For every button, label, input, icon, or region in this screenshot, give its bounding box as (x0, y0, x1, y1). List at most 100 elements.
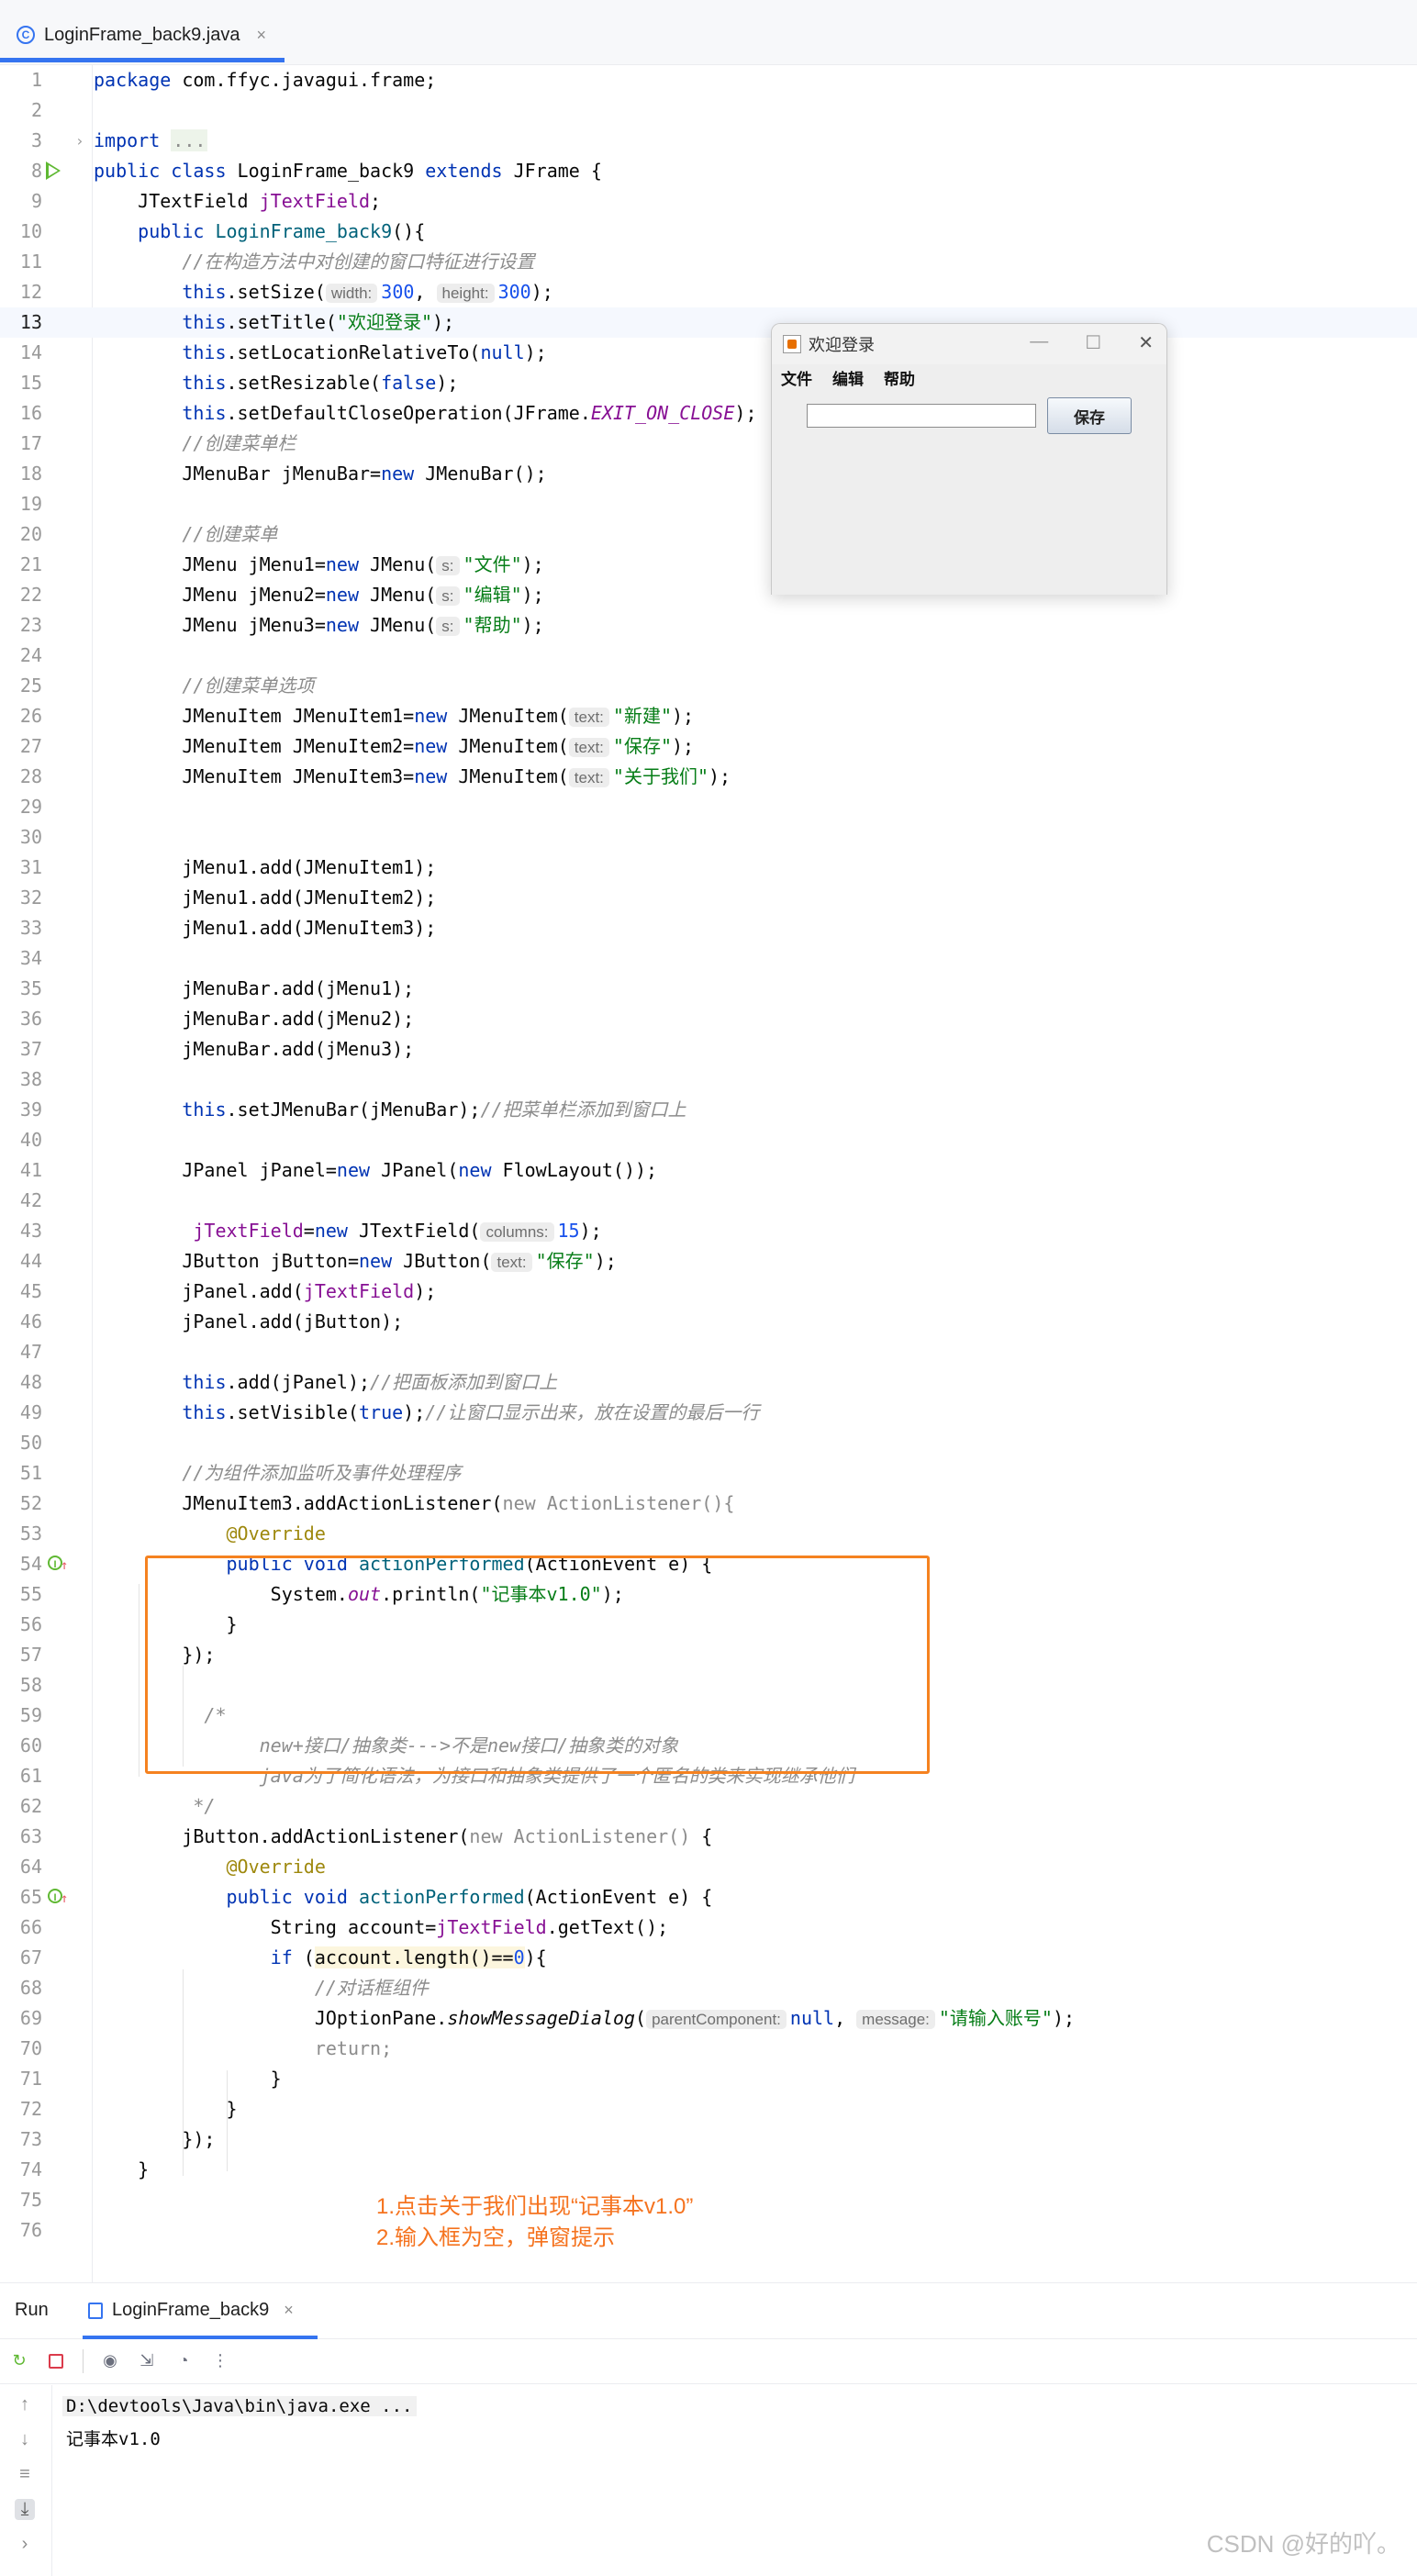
menu-help[interactable]: 帮助 (884, 366, 915, 389)
code-line: 64 @Override (19, 1856, 326, 1878)
code-line: 50 (19, 1432, 42, 1454)
menu-edit[interactable]: 编辑 (832, 366, 864, 389)
save-button[interactable]: 保存 (1047, 397, 1132, 434)
code-line: 22 JMenu jMenu2=new JMenu(s: "编辑"); (19, 584, 544, 606)
soft-wrap-icon[interactable]: ≡ (15, 2464, 35, 2485)
code-line: 12 this.setSize(width: 300, height: 300); (19, 281, 553, 303)
camera-icon[interactable]: ◉ (100, 2351, 120, 2371)
code-line: 2 (30, 99, 42, 121)
code-line: 44 JButton jButton=new JButton(text: "保存"… (19, 1250, 617, 1272)
swing-menubar: 文件 编辑 帮助 (772, 364, 1166, 390)
run-config-icon (88, 2302, 103, 2319)
code-line: 42 (19, 1189, 42, 1211)
restore-layout-icon[interactable]: ⇲ (137, 2351, 157, 2371)
code-line: 63 jButton.addActionListener(new ActionL… (19, 1825, 713, 1847)
code-line: 9 JTextField jTextField; (30, 190, 382, 212)
java-app-icon (783, 335, 801, 353)
code-line: 51 //为组件添加监听及事件处理程序 (19, 1462, 462, 1484)
code-line: 66 String account=jTextField.getText(); (19, 1916, 669, 1938)
code-line: 10 public LoginFrame_back9(){ (19, 220, 426, 242)
code-line: 38 (19, 1068, 42, 1090)
code-line: 71 } (19, 2068, 282, 2090)
rerun-icon[interactable]: ↻ (9, 2351, 29, 2371)
code-line-current: 13 this.setTitle("欢迎登录"); (0, 307, 1417, 338)
code-line: 27 JMenuItem JMenuItem2=new JMenuItem(te… (19, 735, 695, 757)
annotation-highlight-box (145, 1556, 930, 1774)
swing-window-preview: 欢迎登录 — ☐ ✕ 文件 编辑 帮助 保存 (771, 323, 1167, 595)
console-command-line: D:\devtools\Java\bin\java.exe ... (62, 2396, 417, 2416)
scroll-up-icon[interactable]: ↑ (15, 2394, 35, 2415)
code-line: 43 jTextField=new JTextField(columns: 15)… (19, 1220, 602, 1242)
run-config-label: LoginFrame_back9 (112, 2300, 270, 2320)
code-line: 8 public class LoginFrame_back9 extends J… (30, 160, 602, 182)
code-editor[interactable]: 1 package com.ffyc.javagui.frame; 2 3 › imp… (0, 65, 1417, 2282)
code-line: 68 //对话框组件 (19, 1977, 429, 1999)
close-icon[interactable]: × (256, 26, 266, 45)
scroll-to-end-icon[interactable]: ⤓ (15, 2499, 35, 2520)
code-line: 73 }); (19, 2128, 216, 2150)
close-icon[interactable]: ✕ (1138, 331, 1154, 354)
code-line: 19 (19, 493, 42, 515)
code-line: 33 jMenu1.add(JMenuItem3); (19, 917, 437, 939)
watermark: CSDN @好的吖。 (1206, 2530, 1400, 2558)
code-line: 1 package com.ffyc.javagui.frame; (30, 69, 437, 91)
code-line: 29 (19, 796, 42, 818)
close-icon[interactable]: × (284, 2301, 294, 2320)
active-tab-indicator (0, 58, 285, 62)
code-line: 30 (19, 826, 42, 848)
swing-title-bar: 欢迎登录 — ☐ ✕ (772, 324, 1166, 364)
code-line: 67 if (account.length()==0){ (19, 1946, 547, 1968)
fold-chevron-icon[interactable]: › (75, 126, 84, 156)
run-toolbar: ↻ ◉ ⇲ ◔ ⋮ (0, 2338, 1417, 2384)
code-line: 39 this.setJMenuBar(jMenuBar);//把菜单栏添加到窗… (19, 1098, 686, 1121)
menu-file[interactable]: 文件 (781, 366, 812, 389)
code-line: 37 jMenuBar.add(jMenu3); (19, 1038, 415, 1060)
run-config-tab[interactable]: LoginFrame_back9 × (88, 2300, 294, 2321)
code-line: 28 JMenuItem JMenuItem3=new JMenuItem(te… (19, 765, 731, 787)
note-line-2: 2.输入框为空，弹窗提示 (376, 2225, 616, 2250)
tab-loginframe-back9[interactable]: C LoginFrame_back9.java × (0, 7, 285, 62)
code-line: 35 jMenuBar.add(jMenu1); (19, 977, 415, 999)
code-line: 52 JMenuItem3.addActionListener(new Acti… (19, 1492, 735, 1514)
code-line: 48 this.add(jPanel);//把面板添加到窗口上 (19, 1371, 558, 1393)
code-line: 76 (19, 2219, 42, 2241)
more-options-icon[interactable]: ⋮ (210, 2351, 230, 2371)
code-line: 34 (19, 947, 42, 969)
code-line: 75 (19, 2189, 42, 2211)
code-line: 32 jMenu1.add(JMenuItem2); (19, 887, 437, 909)
code-line: 49 this.setVisible(true);//让窗口显示出来，放在设置的… (19, 1401, 760, 1423)
code-line: 20 //创建菜单 (19, 523, 278, 545)
code-line: 18 JMenuBar jMenuBar=new JMenuBar(); (19, 463, 547, 485)
annotation-notes: 1.点击关于我们出现“记事本v1.0” 2.输入框为空，弹窗提示 (376, 2191, 693, 2254)
stop-icon[interactable] (46, 2351, 66, 2371)
code-line: 47 (19, 1341, 42, 1363)
run-console[interactable]: ↑ ↓ ≡ ⤓ › D:\devtools\Java\bin\java.exe … (0, 2385, 1417, 2576)
code-line: 15 this.setResizable(false); (19, 372, 459, 394)
expand-icon[interactable]: › (15, 2534, 35, 2555)
code-line: 21 JMenu jMenu1=new JMenu(s: "文件"); (19, 553, 544, 575)
code-line: 31 jMenu1.add(JMenuItem1); (19, 856, 437, 878)
console-output-line: 记事本v1.0 (66, 2429, 161, 2449)
toolbar-separator (83, 2348, 84, 2373)
code-line: 62 */ (19, 1795, 216, 1817)
minimize-icon[interactable]: — (1030, 331, 1048, 354)
account-text-field[interactable] (807, 404, 1036, 428)
maximize-icon[interactable]: ☐ (1085, 331, 1101, 354)
code-line: 74 } (19, 2158, 150, 2180)
code-line: 69 JOptionPane.showMessageDialog(parentC… (19, 2007, 1076, 2029)
run-gutter-icon[interactable] (46, 162, 61, 180)
folded-imports[interactable]: ... (171, 129, 208, 151)
code-line: 46 jPanel.add(jButton); (19, 1310, 404, 1333)
code-line: 65 I ↑ public void actionPerformed(ActionE… (0, 1882, 1417, 1912)
arrow-up-icon: ↑ (61, 1558, 69, 1573)
code-line: 23 JMenu jMenu3=new JMenu(s: "帮助"); (19, 614, 544, 636)
scroll-down-icon[interactable]: ↓ (15, 2429, 35, 2450)
code-line: 41 JPanel jPanel=new JPanel(new FlowLayo… (19, 1159, 658, 1181)
code-line: 17 //创建菜单栏 (19, 432, 296, 454)
console-side-toolbar: ↑ ↓ ≡ ⤓ › (0, 2385, 52, 2576)
code-line: 72 } (19, 2098, 238, 2120)
arrow-up-icon: ↑ (61, 1891, 69, 1906)
code-line: 3 › import ... (0, 126, 1417, 156)
tab-label: LoginFrame_back9.java (44, 24, 240, 45)
profiler-icon[interactable]: ◔ (173, 2351, 194, 2371)
